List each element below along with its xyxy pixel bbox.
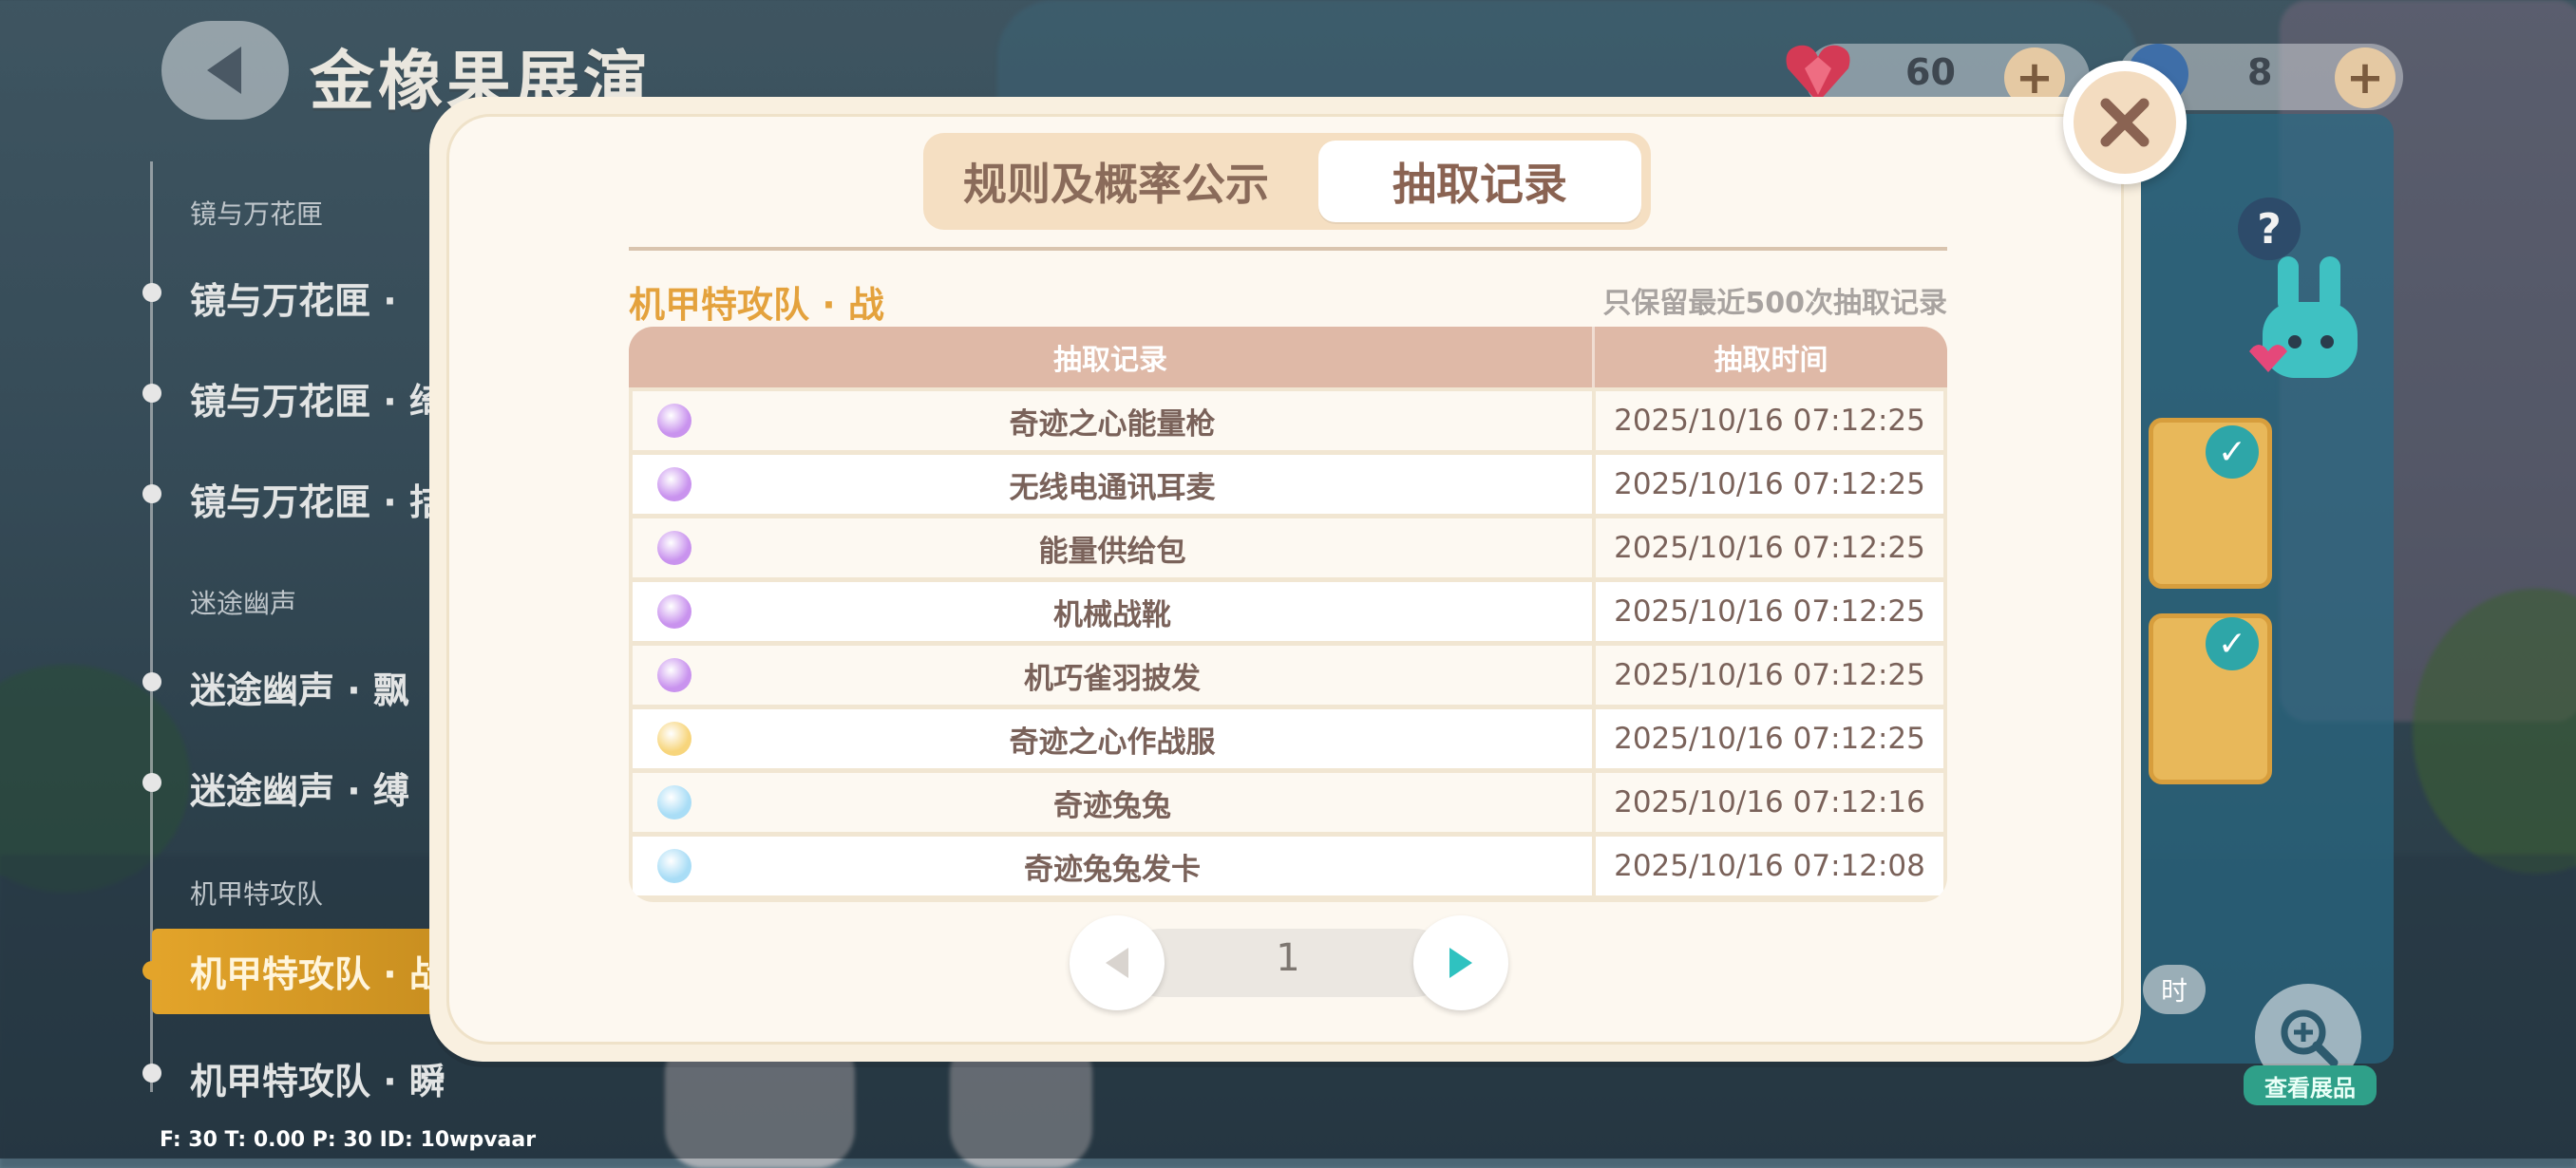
prev-page-button[interactable]	[1070, 915, 1165, 1010]
record-time: 2025/10/16 07:12:25	[1614, 722, 1925, 756]
tab-rules[interactable]: 规则及概率公示	[923, 133, 1309, 230]
record-time: 2025/10/16 07:12:25	[1614, 404, 1925, 438]
table-row: 能量供给包 2025/10/16 07:12:25	[633, 518, 1943, 577]
table-row: 奇迹兔兔 2025/10/16 07:12:16	[633, 773, 1943, 832]
draw-record-table: 抽取记录 抽取时间 奇迹之心能量枪 2025/10/16 07:12:25 无线电通…	[629, 327, 1947, 902]
column-header-time: 抽取时间	[1714, 344, 1828, 377]
help-button[interactable]: ?	[2238, 198, 2301, 260]
divider	[629, 247, 1947, 251]
column-header-record: 抽取记录	[1053, 344, 1167, 377]
record-item-name: 无线电通讯耳麦	[1009, 470, 1216, 505]
prev-arrow-icon	[1106, 948, 1128, 978]
sidebar-item[interactable]: 迷途幽声 · 缚	[190, 762, 409, 814]
record-time: 2025/10/16 07:12:25	[1614, 467, 1925, 501]
record-item-name: 奇迹兔兔发卡	[1024, 852, 1201, 887]
close-button[interactable]	[2063, 61, 2187, 184]
table-header: 抽取记录 抽取时间	[629, 327, 1947, 387]
add-blue-button[interactable]: +	[2335, 47, 2396, 108]
record-item-name: 奇迹之心作战服	[1009, 725, 1216, 760]
side-tag[interactable]: 时	[2143, 965, 2206, 1014]
record-time: 2025/10/16 07:12:08	[1614, 849, 1925, 883]
sidebar-item[interactable]: 迷途幽声 · 飘	[190, 661, 409, 713]
record-item-name: 机械战靴	[1053, 597, 1171, 632]
bullet-icon	[142, 773, 161, 792]
record-item-name: 机巧雀羽披发	[1024, 661, 1201, 696]
sidebar-section-header: 机甲特攻队	[190, 878, 324, 910]
bullet-icon	[142, 384, 161, 403]
table-row: 奇迹兔兔发卡 2025/10/16 07:12:08	[633, 837, 1943, 895]
bullet-icon	[142, 484, 161, 503]
bullet-icon	[142, 961, 161, 980]
sidebar-item[interactable]: 机甲特攻队 · 瞬	[190, 1052, 445, 1104]
bullet-icon	[142, 283, 161, 302]
next-arrow-icon	[1449, 948, 1472, 978]
close-icon	[2100, 98, 2150, 147]
bullet-icon	[142, 672, 161, 691]
sidebar-item[interactable]: 镜与万花匣 · 拮	[190, 473, 445, 525]
sidebar-section-header: 迷途幽声	[190, 588, 297, 619]
view-exhibit-label[interactable]: 查看展品	[2244, 1065, 2377, 1105]
sidebar-item-active[interactable]: 机甲特攻队 · 战	[190, 945, 445, 997]
record-item-name: 能量供给包	[1038, 534, 1186, 569]
check-icon: ✓	[2206, 617, 2259, 670]
tab-draw-records[interactable]: 抽取记录	[1318, 141, 1641, 222]
pagination: 1	[1070, 915, 1508, 1010]
table-row: 机械战靴 2025/10/16 07:12:25	[633, 582, 1943, 641]
record-time: 2025/10/16 07:12:16	[1614, 785, 1925, 819]
back-arrow-icon	[207, 47, 241, 94]
bullet-icon	[142, 1064, 161, 1083]
back-button[interactable]	[161, 21, 289, 120]
blue-count: 8	[2247, 51, 2273, 93]
sidebar-item[interactable]: 镜与万花匣 ·	[190, 272, 397, 324]
next-page-button[interactable]	[1413, 915, 1508, 1010]
bunny-mascot-icon	[2249, 256, 2358, 378]
record-time: 2025/10/16 07:12:25	[1614, 531, 1925, 565]
sidebar-item[interactable]: 镜与万花匣 · 绮	[190, 372, 445, 424]
magnifier-icon	[2281, 1009, 2339, 1067]
table-row: 无线电通讯耳麦 2025/10/16 07:12:25	[633, 455, 1943, 514]
heart-count: 60	[1905, 51, 1956, 93]
table-row: 奇迹之心作战服 2025/10/16 07:12:25	[633, 709, 1943, 768]
section-title: 机甲特攻队 · 战	[629, 284, 884, 326]
sidebar-section-header: 镜与万花匣	[190, 198, 324, 230]
record-time: 2025/10/16 07:12:25	[1614, 658, 1925, 692]
record-item-name: 奇迹之心能量枪	[1009, 406, 1216, 442]
record-item-name: 奇迹兔兔	[1053, 788, 1171, 823]
record-time: 2025/10/16 07:12:25	[1614, 594, 1925, 629]
record-limit-note: 只保留最近500次抽取记录	[1602, 287, 1947, 320]
current-page: 1	[1276, 936, 1300, 980]
modal-tabs: 规则及概率公示 抽取记录	[923, 133, 1651, 230]
debug-stats: F: 30 T: 0.00 P: 30 ID: 10wpvaar	[160, 1128, 537, 1152]
table-row: 机巧雀羽披发 2025/10/16 07:12:25	[633, 646, 1943, 705]
table-row: 奇迹之心能量枪 2025/10/16 07:12:25	[633, 391, 1943, 450]
check-icon: ✓	[2206, 425, 2259, 479]
